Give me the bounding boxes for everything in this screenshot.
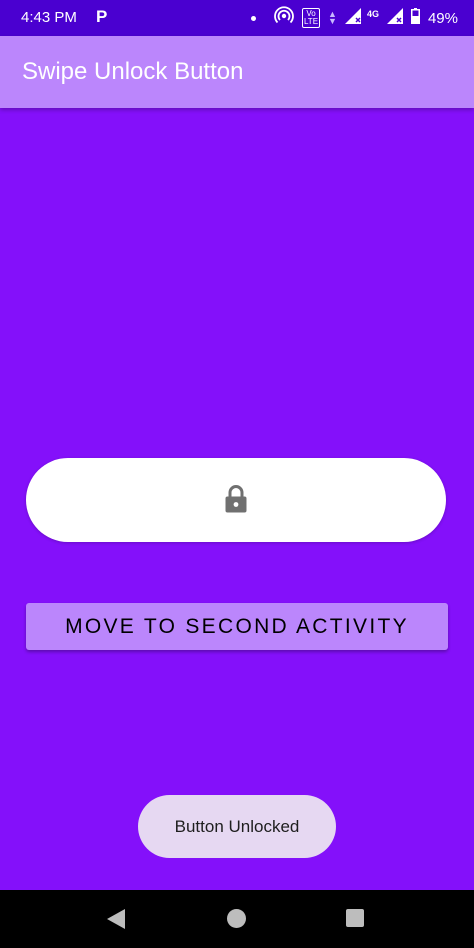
data-arrows-icon: ▲ ▼ bbox=[328, 9, 337, 26]
app-notification-icon: P bbox=[96, 7, 108, 26]
signal-icon-2 bbox=[386, 8, 403, 28]
notification-dot-icon bbox=[250, 15, 256, 21]
signal-icon bbox=[344, 8, 363, 28]
battery-percent: 49% bbox=[427, 9, 458, 27]
app-title: Swipe Unlock Button bbox=[22, 58, 244, 85]
hotspot-icon bbox=[274, 6, 294, 30]
toast-message: Button Unlocked bbox=[138, 795, 336, 858]
status-bar: 4:43 PM P Vo LTE ▲ ▼ 4G 49% bbox=[0, 0, 474, 36]
navigation-bar bbox=[0, 890, 474, 948]
lock-icon[interactable] bbox=[224, 484, 248, 514]
battery-icon bbox=[410, 8, 420, 28]
app-bar: Swipe Unlock Button bbox=[0, 36, 474, 108]
status-time: 4:43 PM bbox=[21, 9, 77, 26]
recents-icon[interactable] bbox=[346, 909, 364, 927]
network-type-label: 4G bbox=[366, 9, 379, 19]
move-to-second-activity-button[interactable]: MOVE TO SECOND ACTIVITY bbox=[26, 603, 448, 650]
volte-icon: Vo LTE bbox=[301, 8, 321, 28]
status-icons: Vo LTE ▲ ▼ 4G 49% bbox=[250, 6, 458, 30]
home-icon[interactable] bbox=[227, 909, 246, 928]
back-icon[interactable] bbox=[107, 909, 125, 929]
